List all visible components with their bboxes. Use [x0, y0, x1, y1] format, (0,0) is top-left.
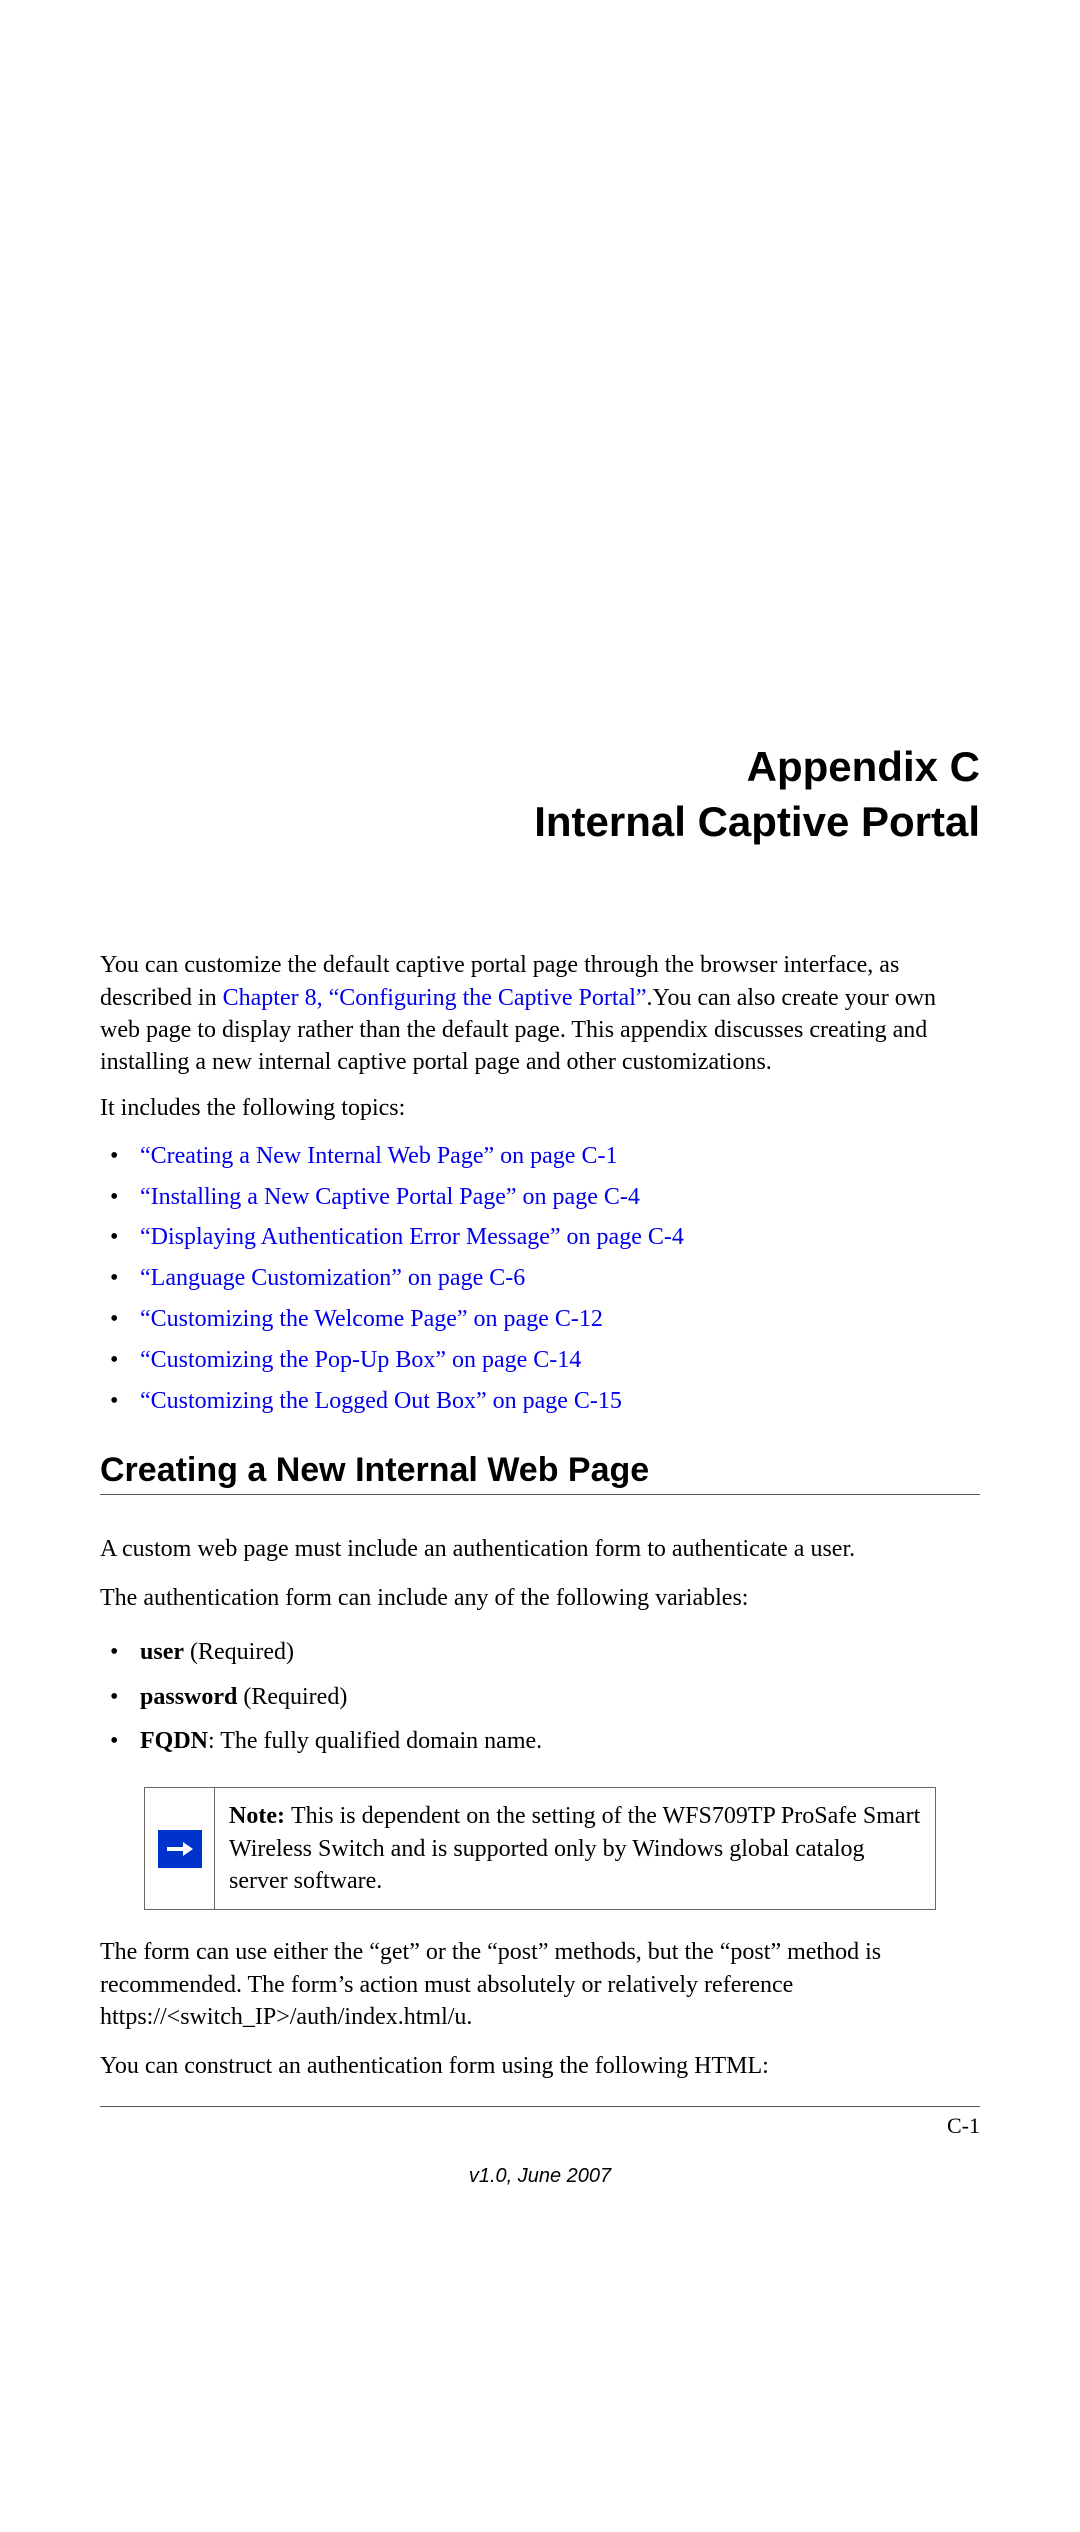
var-user-name: user	[140, 1639, 184, 1665]
form-method-para: The form can use either the “get” or the…	[100, 1936, 980, 2033]
var-password-name: password	[140, 1684, 237, 1710]
var-fqdn-name: FQDN	[140, 1728, 208, 1754]
topic-link-1: “Installing a New Captive Portal Page” o…	[100, 1177, 980, 1218]
construct-para: You can construct an authentication form…	[100, 2050, 980, 2082]
topic-link-6: “Customizing the Logged Out Box” on page…	[100, 1381, 980, 1422]
var-user: user (Required)	[100, 1630, 980, 1674]
title-block: Appendix C Internal Captive Portal	[100, 740, 980, 849]
appendix-label: Appendix C	[100, 740, 980, 795]
toc-link[interactable]: “Customizing the Pop-Up Box” on page C-1…	[140, 1347, 581, 1373]
topic-link-2: “Displaying Authentication Error Message…	[100, 1217, 980, 1258]
section-rule	[100, 1494, 980, 1495]
var-fqdn-tail: : The fully qualified domain name.	[208, 1728, 542, 1754]
var-password: password (Required)	[100, 1675, 980, 1719]
note-text: Note: This is dependent on the setting o…	[215, 1788, 935, 1909]
topic-link-3: “Language Customization” on page C-6	[100, 1258, 980, 1299]
page-number: C-1	[947, 2113, 980, 2139]
document-page: Appendix C Internal Captive Portal You c…	[0, 0, 1080, 2532]
footer-rule	[100, 2106, 980, 2107]
topic-link-5: “Customizing the Pop-Up Box” on page C-1…	[100, 1340, 980, 1381]
var-user-tail: (Required)	[184, 1639, 294, 1665]
appendix-title: Internal Captive Portal	[100, 795, 980, 850]
chapter-8-link[interactable]: Chapter 8, “Configuring the Captive Port…	[223, 985, 647, 1011]
custom-page-intro: A custom web page must include an authen…	[100, 1533, 980, 1565]
note-icon-cell	[145, 1788, 215, 1909]
toc-link[interactable]: “Customizing the Logged Out Box” on page…	[140, 1388, 622, 1414]
vars-list: user (Required) password (Required) FQDN…	[100, 1630, 980, 1763]
note-box: Note: This is dependent on the setting o…	[144, 1787, 936, 1910]
toc-link[interactable]: “Language Customization” on page C-6	[140, 1265, 525, 1291]
note-label: Note:	[229, 1803, 291, 1829]
footer-area: C-1	[100, 2113, 980, 2139]
topics-list: “Creating a New Internal Web Page” on pa…	[100, 1136, 980, 1422]
topic-link-4: “Customizing the Welcome Page” on page C…	[100, 1299, 980, 1340]
arrow-right-icon	[158, 1830, 202, 1868]
var-password-tail: (Required)	[237, 1684, 347, 1710]
intro-paragraph: You can customize the default captive po…	[100, 949, 980, 1079]
toc-link[interactable]: “Creating a New Internal Web Page” on pa…	[140, 1143, 617, 1169]
note-body: This is dependent on the setting of the …	[229, 1803, 920, 1894]
var-fqdn: FQDN: The fully qualified domain name.	[100, 1719, 980, 1763]
topic-link-0: “Creating a New Internal Web Page” on pa…	[100, 1136, 980, 1177]
toc-link[interactable]: “Customizing the Welcome Page” on page C…	[140, 1306, 603, 1332]
version-line: v1.0, June 2007	[100, 2165, 980, 2188]
toc-link[interactable]: “Installing a New Captive Portal Page” o…	[140, 1184, 640, 1210]
topics-heading: It includes the following topics:	[100, 1095, 980, 1122]
vars-heading: The authentication form can include any …	[100, 1582, 980, 1614]
section-heading-creating: Creating a New Internal Web Page	[100, 1451, 980, 1490]
toc-link[interactable]: “Displaying Authentication Error Message…	[140, 1224, 684, 1250]
